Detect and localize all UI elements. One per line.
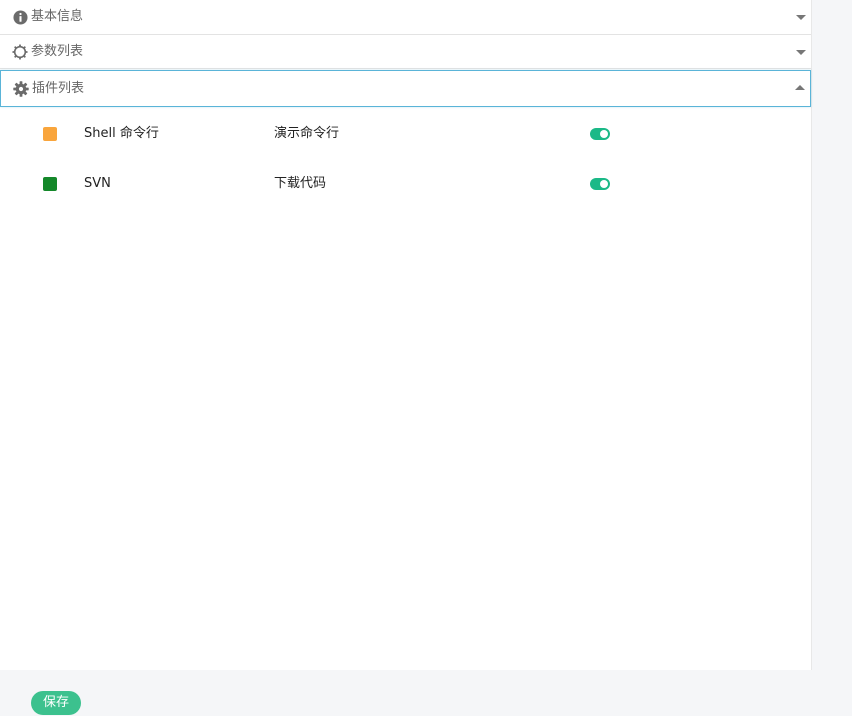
section-header-plugins[interactable]: 插件列表 xyxy=(0,70,811,107)
plugin-row-svn: SVN 下载代码 xyxy=(0,159,811,209)
plugin-color-swatch xyxy=(43,127,57,141)
toggle-knob xyxy=(600,130,608,138)
chevron-up-icon xyxy=(795,84,805,90)
section-title: 插件列表 xyxy=(32,80,85,96)
plugin-name: Shell 命令行 xyxy=(84,126,159,141)
gear-icon xyxy=(13,80,29,97)
save-button[interactable]: 保存 xyxy=(31,691,81,715)
section-header-basic-info[interactable]: 基本信息 xyxy=(0,0,811,35)
plugin-description: 演示命令行 xyxy=(274,126,340,141)
chevron-down-icon xyxy=(796,49,806,55)
section-title: 参数列表 xyxy=(31,43,84,59)
plugin-name: SVN xyxy=(84,176,111,191)
plugin-description: 下载代码 xyxy=(274,176,327,191)
form-panel: 基本信息 参数列表 插件列表 Shell 命令行 演示命令行 SVN 下载代码 xyxy=(0,0,812,670)
plugin-list: Shell 命令行 演示命令行 SVN 下载代码 xyxy=(0,109,811,209)
plugin-enable-toggle[interactable] xyxy=(590,178,610,190)
plugin-color-swatch xyxy=(43,177,57,191)
toggle-knob xyxy=(600,180,608,188)
section-title: 基本信息 xyxy=(31,9,84,24)
plugin-enable-toggle[interactable] xyxy=(590,128,610,140)
info-circle-icon xyxy=(12,9,28,25)
chevron-down-icon xyxy=(796,15,806,20)
plugin-row-shell: Shell 命令行 演示命令行 xyxy=(0,109,811,159)
gear-outline-icon xyxy=(12,43,28,60)
section-header-params[interactable]: 参数列表 xyxy=(0,35,811,69)
